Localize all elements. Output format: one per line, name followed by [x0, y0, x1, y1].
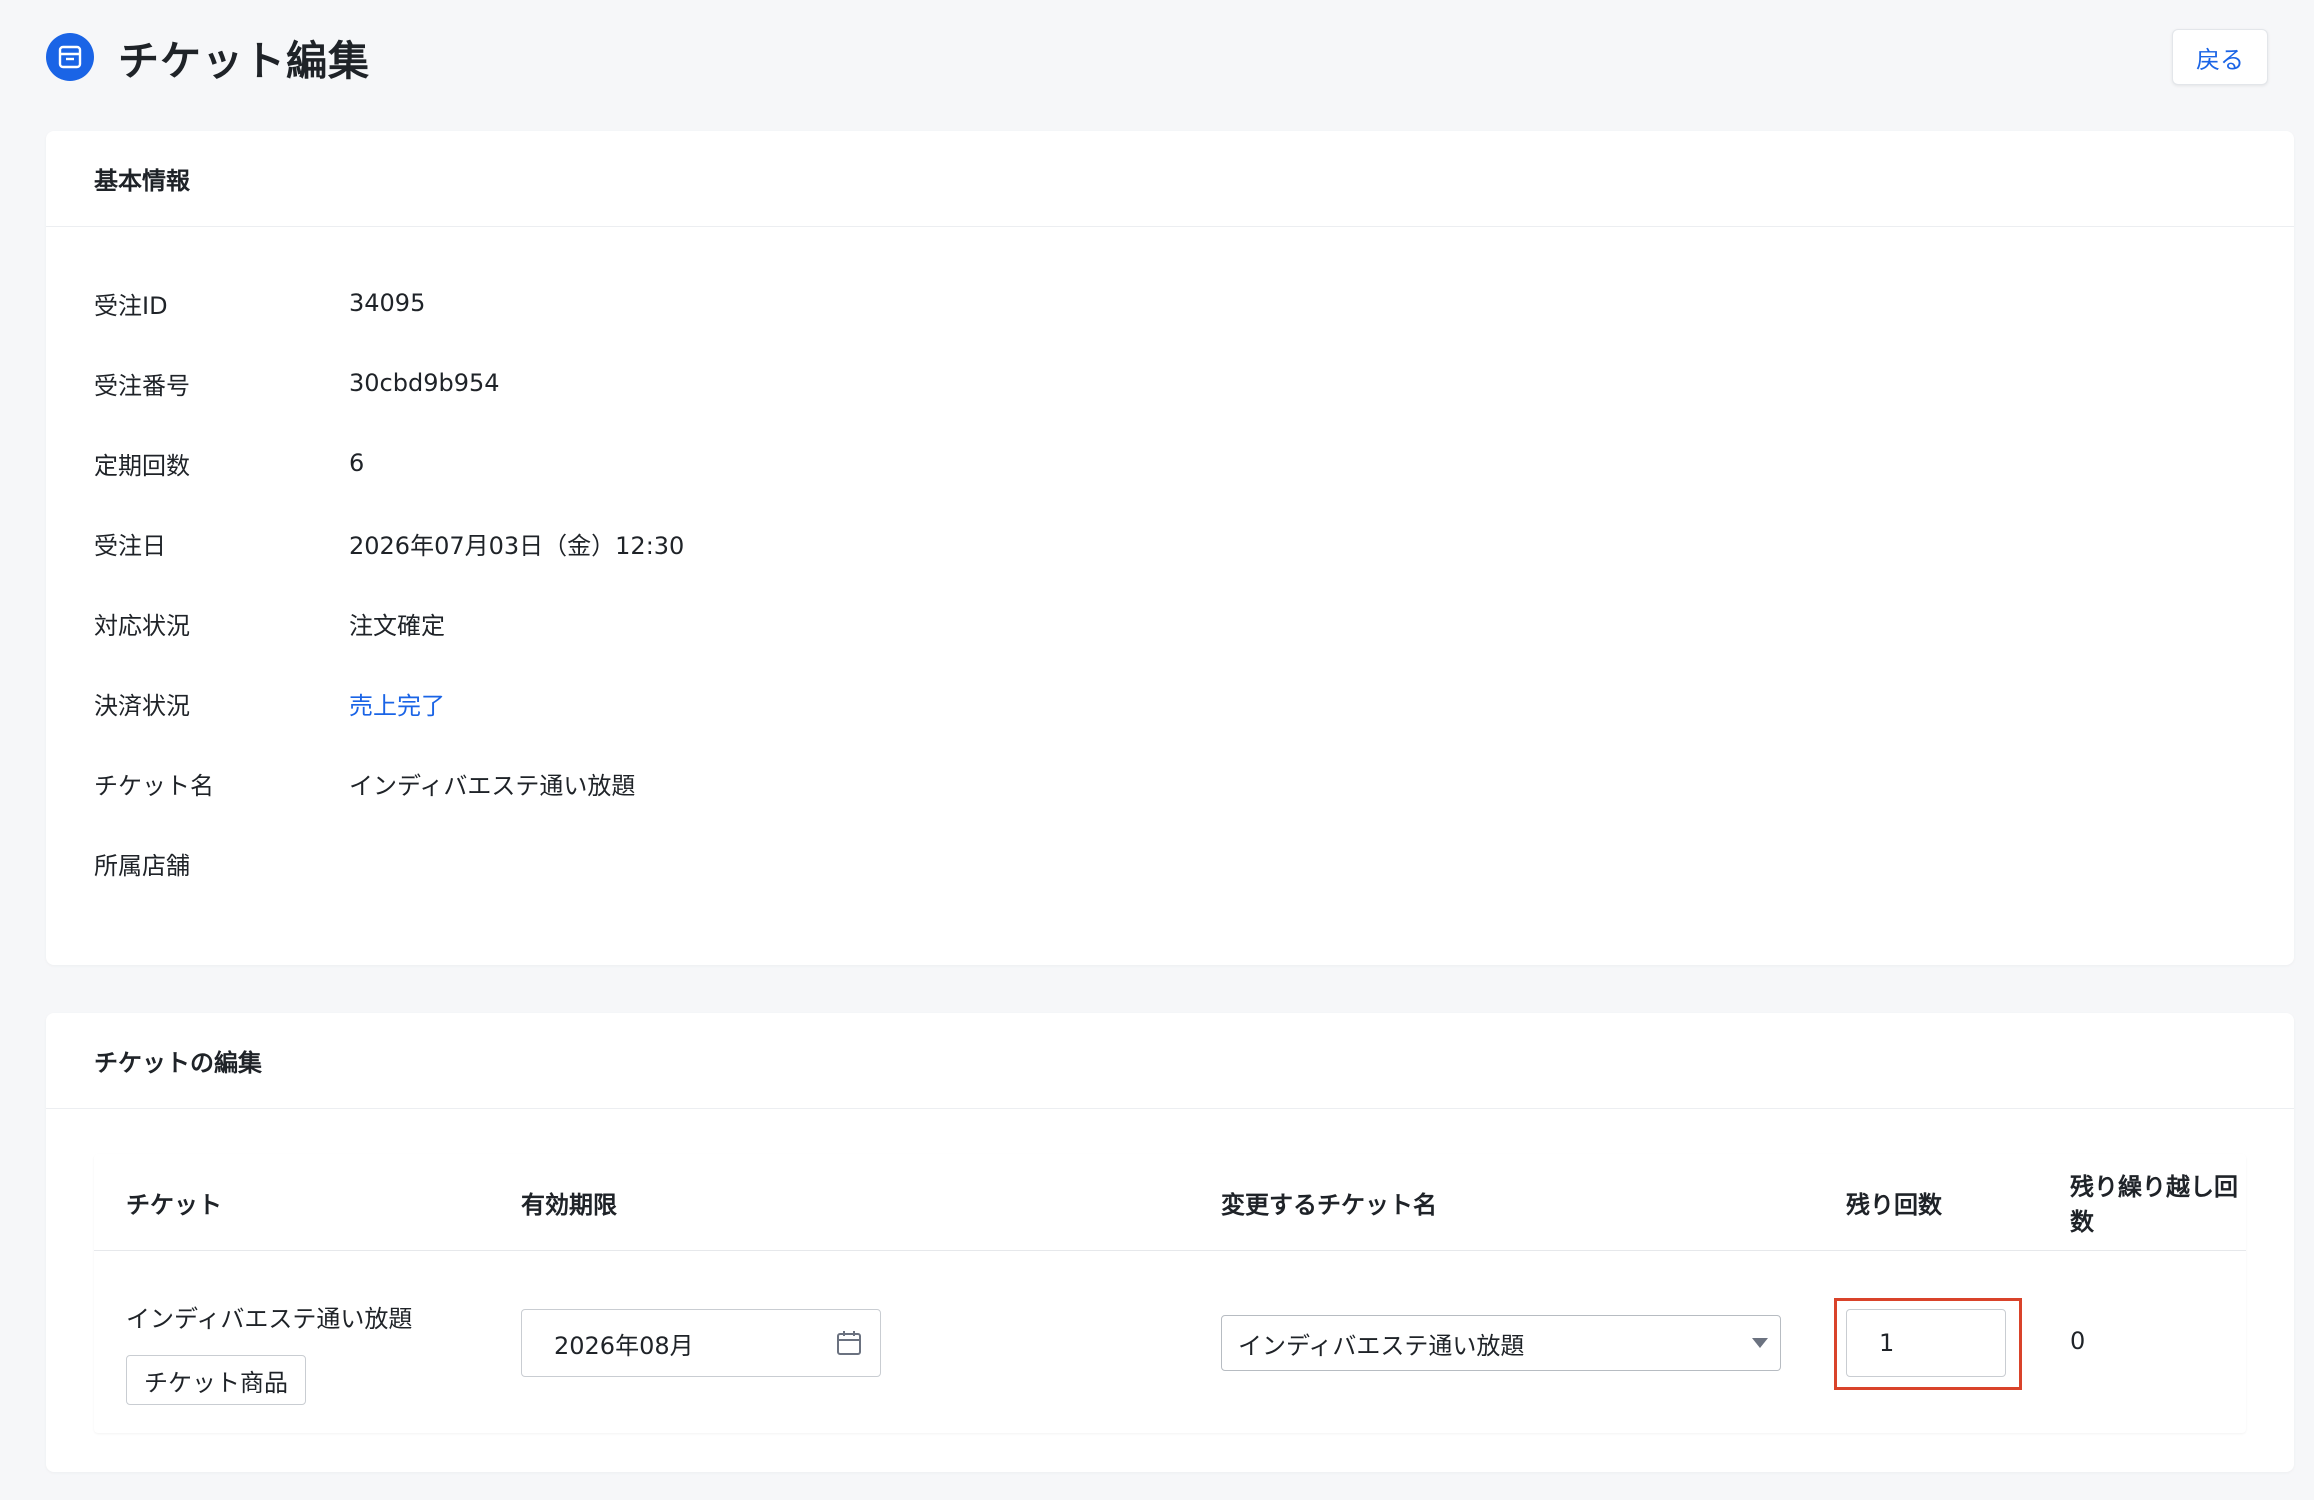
info-row-store: 所属店舗: [94, 823, 2246, 903]
column-header-new-ticket-name: 変更するチケット名: [1221, 1190, 1437, 1219]
ticket-edit-header: チケットの編集: [46, 1013, 2294, 1109]
ticket-name-select[interactable]: インディバエステ通い放題: [1221, 1315, 1781, 1371]
page-header: チケット編集 戻る: [46, 24, 2268, 90]
payment-status-link[interactable]: 売上完了: [349, 686, 445, 721]
info-row-order-number: 受注番号 30cbd9b954: [94, 343, 2246, 423]
info-label: 受注ID: [94, 291, 168, 320]
column-header-remaining: 残り回数: [1846, 1190, 1942, 1219]
info-value: 2026年07月03日（金）12:30: [349, 531, 685, 560]
basic-info-header: 基本情報: [46, 131, 2294, 227]
column-header-ticket: チケット: [126, 1190, 222, 1219]
info-row-subscription-count: 定期回数 6: [94, 423, 2246, 503]
back-button[interactable]: 戻る: [2172, 29, 2268, 85]
basic-info-title: 基本情報: [94, 167, 190, 195]
info-label: 対応状況: [94, 611, 190, 640]
basic-info-card: 基本情報 受注ID 34095 受注番号 30cbd9b954 定期回数 6 受…: [46, 131, 2294, 965]
ticket-icon: [46, 33, 94, 81]
info-label: 決済状況: [94, 691, 190, 720]
table-header: チケット 有効期限 変更するチケット名 残り回数 残り繰り越し回数: [94, 1154, 2246, 1251]
ticket-name: インディバエステ通い放題: [126, 1305, 413, 1333]
column-header-carryover: 残り繰り越し回数: [2070, 1173, 2238, 1236]
ticket-icon-glyph: [58, 45, 82, 69]
expiry-date-input[interactable]: 2026年08月: [521, 1309, 881, 1377]
info-value: 34095: [349, 289, 426, 317]
info-value: 注文確定: [349, 611, 445, 640]
info-row-order-status: 対応状況 注文確定: [94, 583, 2246, 663]
remaining-count-value: 1: [1879, 1329, 1895, 1357]
info-value: 6: [349, 449, 365, 477]
page-title: チケット編集: [118, 37, 370, 85]
calendar-icon[interactable]: [834, 1328, 864, 1358]
table-row: インディバエステ通い放題 チケット商品 2026年08月 インディバエステ通い放…: [94, 1251, 2246, 1434]
column-header-expiry: 有効期限: [521, 1190, 617, 1219]
info-value: インディバエステ通い放題: [349, 771, 636, 800]
expiry-date-value: 2026年08月: [554, 1331, 694, 1360]
ticket-product-button[interactable]: チケット商品: [126, 1355, 306, 1405]
ticket-edit-card: チケットの編集 チケット 有効期限 変更するチケット名 残り回数 残り繰り越し回…: [46, 1013, 2294, 1472]
info-row-order-date: 受注日 2026年07月03日（金）12:30: [94, 503, 2246, 583]
remaining-count-input[interactable]: 1: [1846, 1309, 2006, 1377]
basic-info-list: 受注ID 34095 受注番号 30cbd9b954 定期回数 6 受注日 20…: [94, 263, 2246, 903]
ticket-edit-title: チケットの編集: [94, 1049, 262, 1077]
info-row-order-id: 受注ID 34095: [94, 263, 2246, 343]
info-label: 受注番号: [94, 371, 190, 400]
ticket-name-select-value: インディバエステ通い放題: [1238, 1331, 1525, 1360]
info-label: 受注日: [94, 531, 166, 560]
info-label: チケット名: [94, 771, 214, 800]
info-row-payment-status: 決済状況 売上完了: [94, 663, 2246, 743]
ticket-table: チケット 有効期限 変更するチケット名 残り回数 残り繰り越し回数 インディバエ…: [94, 1154, 2246, 1433]
chevron-down-icon: [1752, 1338, 1768, 1348]
info-label: 所属店舗: [94, 851, 190, 880]
carryover-count: 0: [2070, 1327, 2086, 1355]
info-row-ticket-name: チケット名 インディバエステ通い放題: [94, 743, 2246, 823]
info-label: 定期回数: [94, 451, 190, 480]
info-value: 30cbd9b954: [349, 369, 500, 397]
